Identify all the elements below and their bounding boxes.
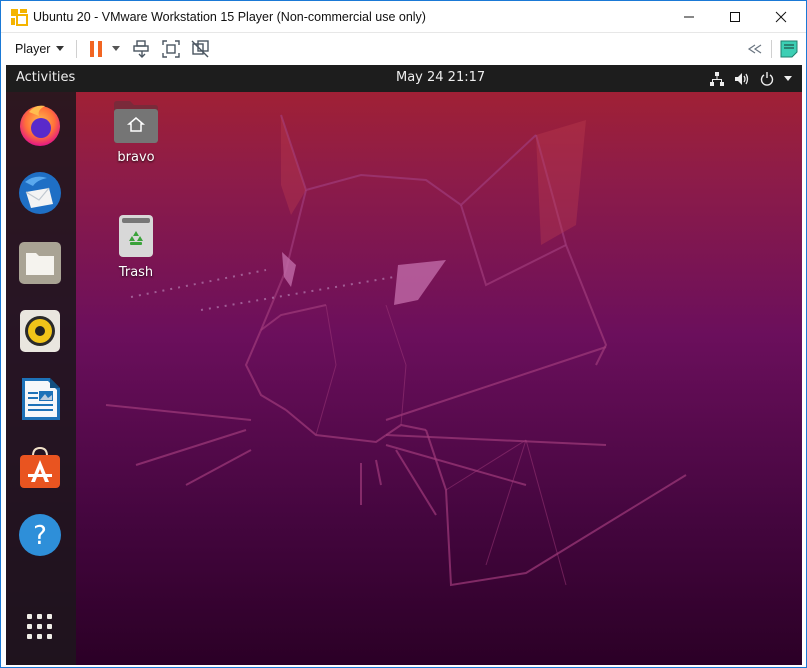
maximize-button[interactable] — [712, 1, 758, 32]
desktop-icon-label: Trash — [118, 265, 154, 280]
show-applications-button[interactable] — [15, 602, 65, 652]
minimize-button[interactable] — [666, 1, 712, 32]
maximize-icon — [730, 11, 740, 22]
unity-icon — [191, 39, 210, 57]
collapse-toolbar-icon — [747, 44, 762, 53]
dock-item-libreoffice-writer[interactable] — [15, 374, 65, 424]
power-dropdown-button[interactable] — [112, 46, 121, 51]
desktop-icon-trash[interactable]: Trash — [101, 213, 171, 280]
dock-item-help[interactable]: ? — [15, 510, 65, 560]
close-button[interactable] — [758, 1, 804, 32]
system-tray[interactable] — [710, 65, 792, 92]
pause-icon — [90, 40, 103, 57]
power-dropdown-icon — [112, 46, 121, 51]
toolbar-divider — [771, 39, 772, 58]
message-log-button[interactable] — [780, 40, 798, 58]
dock-item-firefox[interactable] — [15, 100, 65, 150]
home-folder-icon — [114, 101, 158, 143]
ubuntu-software-icon — [20, 446, 60, 488]
message-log-icon — [780, 40, 798, 57]
system-menu-caret-icon — [784, 76, 792, 81]
window-title: Ubuntu 20 - VMware Workstation 15 Player… — [33, 9, 426, 24]
pause-button[interactable] — [89, 40, 103, 58]
collapse-toolbar-button[interactable] — [747, 44, 763, 54]
desktop-icon-home[interactable]: bravo — [101, 100, 171, 165]
power-icon — [760, 71, 774, 86]
guest-display[interactable]: Activities May 24 21:17 ? bravo Trash — [6, 65, 802, 665]
dock-item-thunderbird[interactable] — [15, 168, 65, 218]
dock-item-rhythmbox[interactable] — [15, 306, 65, 356]
clock[interactable]: May 24 21:17 — [396, 70, 485, 85]
activities-button[interactable]: Activities — [16, 70, 75, 85]
close-icon — [775, 11, 787, 22]
files-icon — [19, 242, 61, 284]
dock-item-ubuntu-software[interactable] — [15, 442, 65, 492]
full-screen-button[interactable] — [161, 39, 181, 59]
rhythmbox-icon — [20, 310, 60, 352]
player-menu-label: Player — [15, 41, 51, 56]
desktop-icon-label: bravo — [117, 150, 155, 165]
vmware-toolbar: Player — [1, 32, 806, 64]
gnome-top-bar: Activities May 24 21:17 — [6, 65, 802, 92]
title-bar: Ubuntu 20 - VMware Workstation 15 Player… — [1, 1, 806, 32]
show-applications-icon — [27, 614, 52, 639]
trash-icon — [119, 215, 153, 257]
dock: ? — [6, 92, 76, 665]
toolbar-divider — [76, 39, 78, 58]
libreoffice-writer-icon — [22, 378, 60, 420]
svg-text:?: ? — [33, 521, 47, 551]
volume-icon — [735, 72, 749, 85]
player-menu-button[interactable]: Player — [15, 41, 65, 56]
firefox-icon — [20, 105, 60, 146]
send-ctrl-alt-del-button[interactable] — [132, 39, 152, 59]
vmware-window: Ubuntu 20 - VMware Workstation 15 Player… — [0, 0, 807, 668]
chevron-down-icon — [56, 46, 65, 51]
minimize-icon — [684, 16, 694, 17]
send-ctrl-alt-del-icon — [133, 39, 150, 58]
vmware-player-icon — [11, 8, 28, 26]
dock-item-files[interactable] — [15, 238, 65, 288]
unity-button[interactable] — [190, 39, 210, 59]
thunderbird-icon — [19, 172, 61, 214]
help-icon: ? — [19, 514, 61, 556]
network-icon — [710, 71, 724, 86]
full-screen-icon — [162, 39, 181, 58]
